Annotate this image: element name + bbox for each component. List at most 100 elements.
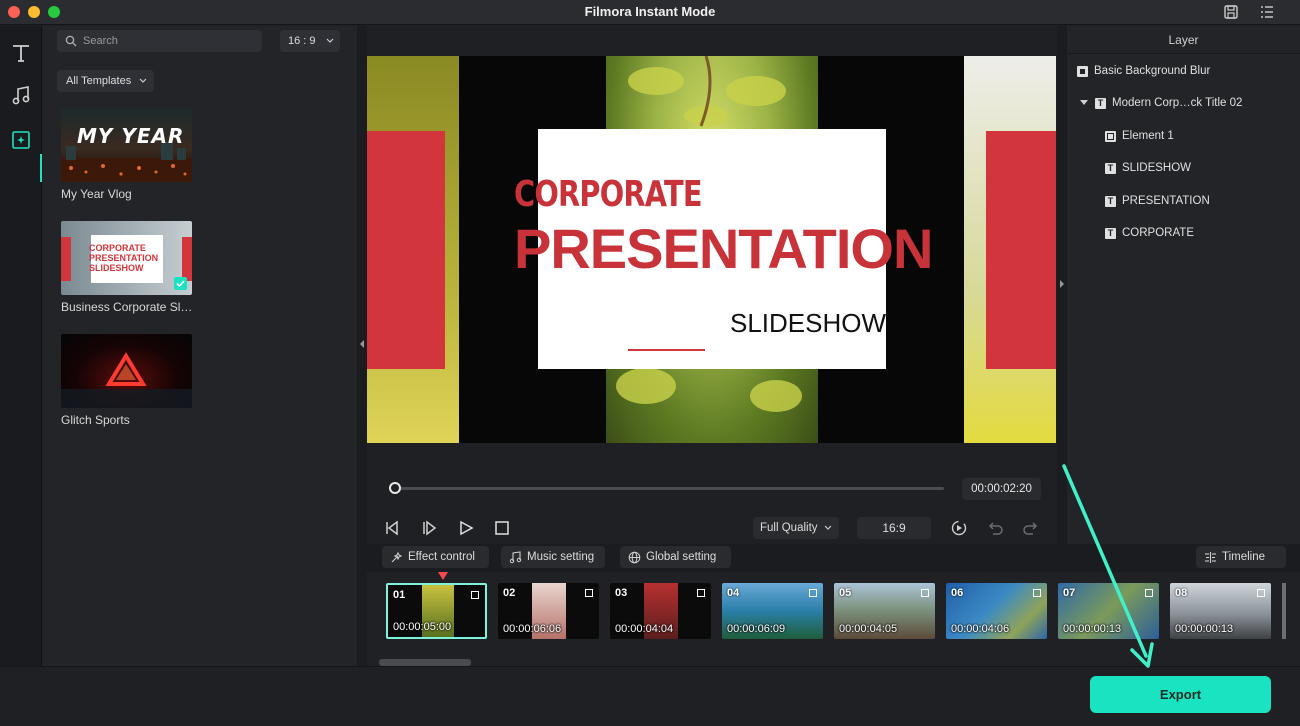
global-setting-label: Global setting bbox=[646, 551, 717, 563]
panel-divider-right[interactable] bbox=[1057, 26, 1067, 544]
image-layer-icon bbox=[1077, 65, 1088, 77]
quality-dropdown[interactable]: Full Quality bbox=[753, 517, 839, 539]
clip-duration: 00:00:05:00 bbox=[393, 621, 452, 633]
layer-item[interactable]: Basic Background Blur bbox=[1077, 61, 1210, 81]
text-tool-button[interactable] bbox=[6, 38, 36, 68]
effect-control-button[interactable]: Effect control bbox=[382, 546, 489, 568]
clip-thumbnail[interactable]: 04 00:00:06:09 bbox=[722, 583, 823, 639]
clip-strip-scrollbar[interactable] bbox=[379, 659, 471, 666]
clip-thumbnail[interactable]: 06 00:00:04:06 bbox=[946, 583, 1047, 639]
layer-item[interactable]: T CORPORATE bbox=[1105, 223, 1194, 243]
clip-edit-icon[interactable] bbox=[921, 589, 929, 597]
clip-number: 01 bbox=[393, 589, 406, 601]
clip-thumbnail[interactable]: 02 00:00:06:06 bbox=[498, 583, 599, 639]
chevron-down-icon bbox=[824, 525, 832, 530]
red-panel-right bbox=[986, 131, 1056, 369]
layer-item[interactable]: T PRESENTATION bbox=[1105, 191, 1210, 211]
layer-item[interactable]: T SLIDESHOW bbox=[1105, 158, 1191, 178]
stop-icon[interactable] bbox=[493, 519, 511, 537]
template-card-my-year-vlog[interactable]: MY YEAR My Year Vlog bbox=[61, 108, 192, 201]
clip-thumbnail[interactable]: 01 00:00:05:00 bbox=[386, 583, 487, 639]
template-panel: Search 16 : 9 All Templates MY YEAR My Y… bbox=[43, 26, 357, 666]
music-tool-button[interactable] bbox=[6, 81, 36, 111]
aspect-ratio-button[interactable]: 16:9 bbox=[857, 517, 931, 539]
export-button[interactable]: Export bbox=[1090, 676, 1271, 713]
panel-divider[interactable] bbox=[357, 26, 367, 666]
clip-duration: 00:00:04:04 bbox=[615, 623, 674, 635]
template-thumb-title: CORPORATE PRESENTATION SLIDESHOW bbox=[89, 243, 159, 273]
current-timecode: 00:00:02:20 bbox=[962, 478, 1041, 500]
clip-edit-icon[interactable] bbox=[471, 591, 479, 599]
quality-value: Full Quality bbox=[760, 522, 818, 534]
title-line-slideshow[interactable]: SLIDESHOW bbox=[730, 308, 886, 339]
video-preview-canvas[interactable]: CORPORATE PRESENTATION SLIDESHOW bbox=[367, 56, 1056, 443]
search-placeholder: Search bbox=[83, 35, 118, 47]
layer-item[interactable]: Element 1 bbox=[1105, 126, 1174, 146]
music-setting-label: Music setting bbox=[527, 551, 595, 563]
clip-number: 08 bbox=[1175, 587, 1188, 599]
template-thumbnail: CORPORATE PRESENTATION SLIDESHOW bbox=[61, 221, 192, 295]
timeline-label: Timeline bbox=[1222, 551, 1266, 563]
template-card-glitch-sports[interactable]: Glitch Sports bbox=[61, 334, 192, 427]
layer-panel-title: Layer bbox=[1067, 26, 1300, 54]
template-card-business-corporate[interactable]: CORPORATE PRESENTATION SLIDESHOW Busines… bbox=[61, 221, 192, 314]
clip-number: 04 bbox=[727, 587, 740, 599]
play-icon[interactable] bbox=[457, 519, 475, 537]
timeline-button[interactable]: Timeline bbox=[1196, 546, 1286, 568]
preview-area: CORPORATE PRESENTATION SLIDESHOW bbox=[367, 26, 1057, 544]
template-sparkle-icon bbox=[12, 131, 30, 149]
effect-control-label: Effect control bbox=[408, 551, 475, 563]
clip-duration: 00:00:06:09 bbox=[727, 623, 786, 635]
window-title: Filmora Instant Mode bbox=[584, 4, 716, 19]
clip-edit-icon[interactable] bbox=[1033, 589, 1041, 597]
clip-thumbnail[interactable]: 07 00:00:00:13 bbox=[1058, 583, 1159, 639]
clip-edit-icon[interactable] bbox=[809, 589, 817, 597]
undo-icon[interactable] bbox=[986, 519, 1004, 537]
template-thumbnail bbox=[61, 334, 192, 408]
template-tool-button[interactable] bbox=[6, 125, 36, 155]
clip-edit-icon[interactable] bbox=[585, 589, 593, 597]
expand-triangle-icon[interactable] bbox=[1080, 100, 1088, 106]
playhead-marker-icon[interactable] bbox=[438, 572, 448, 580]
aspect-ratio-dropdown[interactable]: 16 : 9 bbox=[280, 30, 340, 52]
snapshot-rotate-icon[interactable] bbox=[950, 519, 968, 537]
layer-group-item[interactable]: T Modern Corp…ck Title 02 bbox=[1080, 93, 1242, 113]
template-name: My Year Vlog bbox=[61, 187, 132, 201]
next-frame-icon[interactable] bbox=[420, 519, 438, 537]
redo-icon[interactable] bbox=[1022, 519, 1040, 537]
collapse-left-icon bbox=[360, 340, 364, 348]
text-layer-icon: T bbox=[1095, 97, 1106, 109]
search-input[interactable]: Search bbox=[57, 30, 262, 52]
title-bar: Filmora Instant Mode bbox=[0, 0, 1300, 25]
chevron-down-icon bbox=[326, 38, 334, 43]
clip-number: 06 bbox=[951, 587, 964, 599]
music-note-icon bbox=[509, 550, 522, 563]
clip-thumbnail-partial[interactable] bbox=[1282, 583, 1286, 639]
text-layer-icon: T bbox=[1105, 227, 1116, 239]
save-icon[interactable] bbox=[1222, 3, 1240, 21]
clip-thumbnail[interactable]: 05 00:00:04:05 bbox=[834, 583, 935, 639]
text-icon bbox=[13, 45, 29, 62]
element-layer-icon bbox=[1105, 130, 1116, 142]
title-line-corporate[interactable]: CORPORATE bbox=[514, 174, 703, 215]
scrub-bar[interactable] bbox=[389, 487, 944, 490]
search-icon bbox=[65, 35, 77, 47]
clip-number: 05 bbox=[839, 587, 852, 599]
clip-number: 02 bbox=[503, 587, 516, 599]
title-line-presentation[interactable]: PRESENTATION bbox=[514, 216, 933, 281]
global-setting-button[interactable]: Global setting bbox=[620, 546, 731, 568]
clip-number: 07 bbox=[1063, 587, 1076, 599]
clip-thumbnail[interactable]: 08 00:00:00:13 bbox=[1170, 583, 1271, 639]
scrub-handle[interactable] bbox=[388, 482, 401, 494]
clip-edit-icon[interactable] bbox=[1257, 589, 1265, 597]
title-underline bbox=[628, 349, 705, 351]
menu-list-icon[interactable] bbox=[1258, 3, 1276, 21]
clip-edit-icon[interactable] bbox=[1145, 589, 1153, 597]
template-filter-dropdown[interactable]: All Templates bbox=[57, 70, 154, 92]
clip-duration: 00:00:04:06 bbox=[951, 623, 1010, 635]
music-setting-button[interactable]: Music setting bbox=[501, 546, 605, 568]
previous-frame-icon[interactable] bbox=[383, 519, 401, 537]
clip-number: 03 bbox=[615, 587, 628, 599]
clip-thumbnail[interactable]: 03 00:00:04:04 bbox=[610, 583, 711, 639]
clip-edit-icon[interactable] bbox=[697, 589, 705, 597]
